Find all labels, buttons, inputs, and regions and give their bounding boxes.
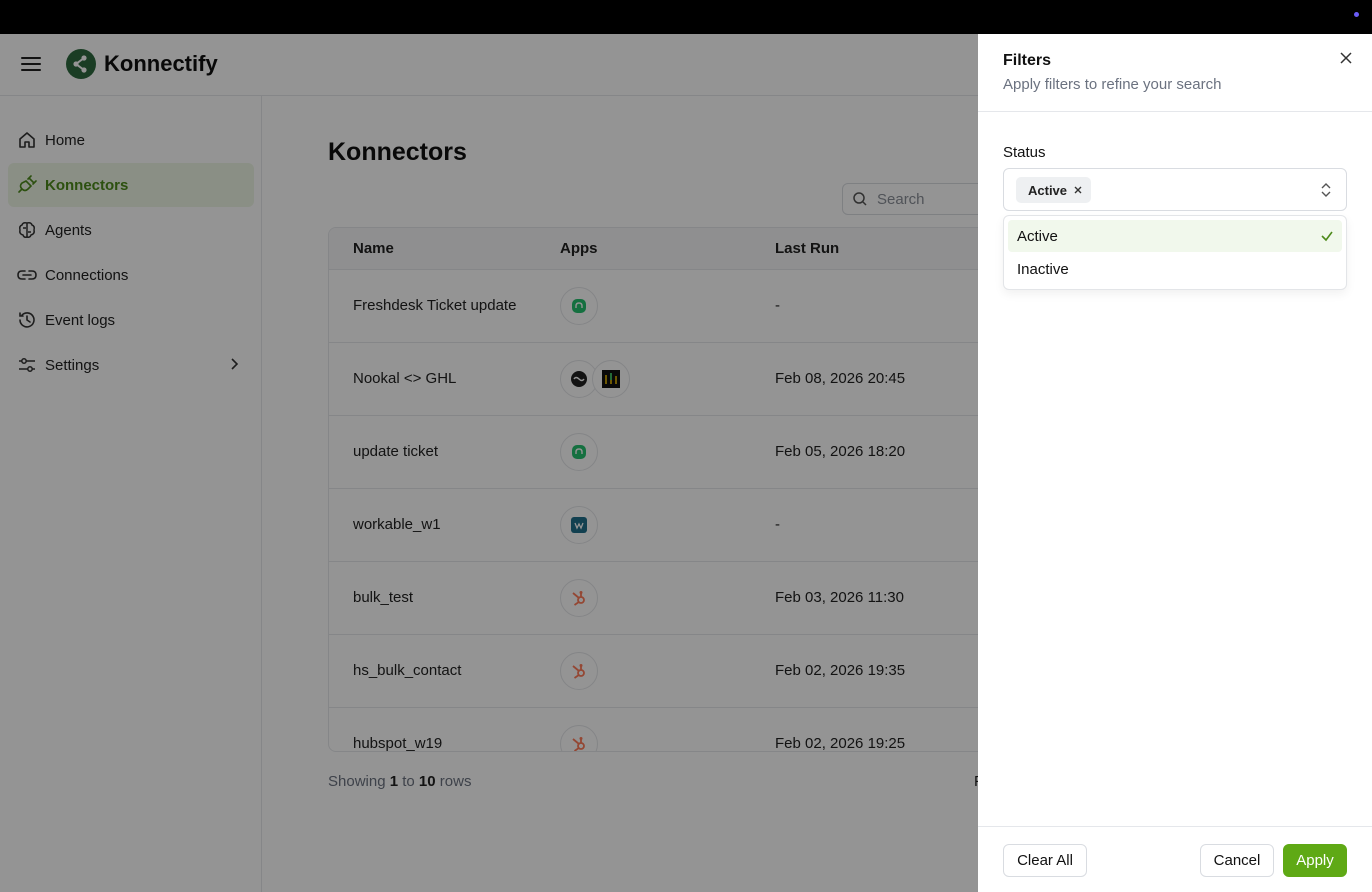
selected-chip: Active: [1016, 177, 1092, 203]
option-inactive[interactable]: Inactive: [1008, 253, 1342, 285]
option-label: Inactive: [1017, 260, 1069, 278]
panel-subtitle: Apply filters to refine your search: [1003, 76, 1222, 93]
divider: [978, 826, 1372, 827]
clear-all-button[interactable]: Clear All: [1003, 844, 1087, 877]
status-label: Status: [1003, 144, 1046, 161]
option-active[interactable]: Active: [1008, 220, 1342, 252]
check-icon: [1320, 229, 1334, 247]
status-select[interactable]: Active: [1003, 168, 1347, 211]
status-dropdown: Active Inactive: [1003, 215, 1347, 290]
chip-label: Active: [1028, 182, 1068, 198]
close-icon[interactable]: [1338, 50, 1354, 66]
system-top-bar: [0, 0, 1372, 34]
panel-title: Filters: [1003, 52, 1052, 69]
apply-button[interactable]: Apply: [1283, 844, 1347, 877]
option-label: Active: [1017, 227, 1058, 245]
divider: [978, 111, 1372, 112]
chevron-up-down-icon[interactable]: [1320, 182, 1332, 203]
cancel-button[interactable]: Cancel: [1200, 844, 1274, 877]
filters-panel: Filters Apply filters to refine your sea…: [978, 34, 1372, 892]
remove-chip-icon[interactable]: [1073, 185, 1083, 195]
status-dot: [1354, 12, 1359, 17]
